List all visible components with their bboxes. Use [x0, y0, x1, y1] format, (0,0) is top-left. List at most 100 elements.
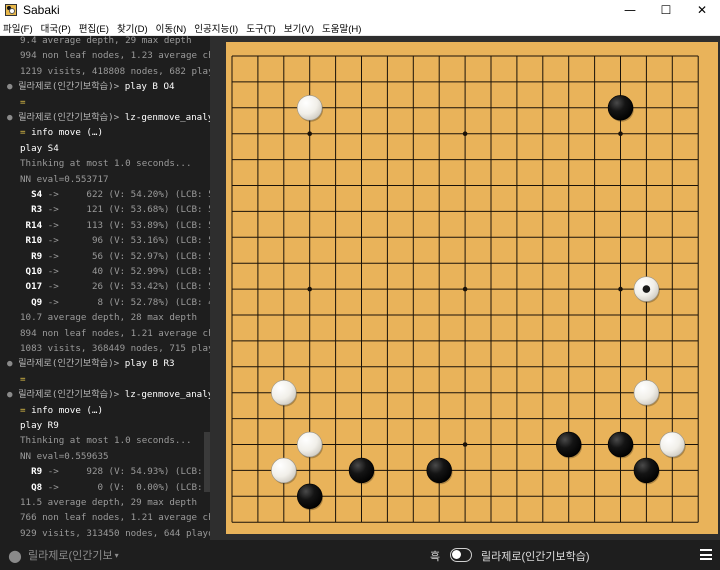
console-response: = [20, 373, 26, 385]
console-move-stats: -> 8 (V: 52.78%) (LCB: 4 [42, 296, 210, 308]
menu-tools[interactable]: 도구(T) [246, 21, 276, 35]
console-move-stats: -> 96 (V: 53.16%) (LCB: 5 [42, 235, 210, 247]
console-output: Thinking at most 1.0 seconds... [20, 158, 192, 170]
console-move-stats: -> 0 (V: 0.00%) (LCB: [42, 481, 210, 493]
console-output: 9.4 average depth, 29 max depth [20, 36, 192, 46]
console-output: 894 non leaf nodes, 1.21 average childre… [20, 327, 210, 339]
console-output: 10.7 average depth, 28 max depth [20, 312, 198, 324]
board-grid[interactable] [226, 42, 718, 534]
console-move: R9 [31, 250, 43, 262]
menu-navigation[interactable]: 이동(N) [156, 21, 187, 35]
console-line: 9.4 average depth, 29 max depth [20, 36, 191, 48]
console-line: 766 non leaf nodes, 1.21 average childre… [20, 510, 210, 525]
console-line: Q10 -> 40 (V: 52.99%) (LCB: 5 [20, 264, 210, 279]
star-point [307, 286, 312, 292]
console-engine-name: 릴라제로(인간기보학습) [18, 112, 114, 123]
black-stone [607, 95, 634, 121]
white-stone [633, 380, 660, 406]
console-line: R9 -> 56 (V: 52.97%) (LCB: 5 [20, 249, 210, 264]
console-output: 994 non leaf nodes, 1.23 average childre… [20, 50, 210, 62]
console-command: lz-genmove_analyze [124, 389, 210, 401]
console-response: info move (…) [31, 404, 103, 416]
console-line: = [20, 95, 26, 110]
console-line: S4 -> 622 (V: 54.20%) (LCB: 5 [20, 187, 210, 202]
console-engine-selector[interactable]: 릴라제로(인간기보 [28, 547, 113, 563]
menu-find[interactable]: 찾기(D) [117, 21, 148, 35]
minimize-button[interactable]: — [612, 0, 648, 20]
menu-engines[interactable]: 인공지능(I) [194, 21, 238, 35]
console-line: 994 non leaf nodes, 1.23 average childre… [20, 48, 210, 63]
bullet-icon: ● [7, 112, 19, 123]
white-player-name: 릴라제로(인간기보학습) [481, 551, 590, 563]
console-response: play S4 [20, 142, 59, 154]
console-move: R14 [25, 219, 43, 231]
title-bar: Sabaki — ☐ ✕ [0, 0, 720, 20]
gtp-console[interactable]: 9.4 average depth, 29 max depth 994 non l… [0, 36, 210, 540]
console-line: ● 릴라제로(인간기보학습)> play B R3 [7, 358, 175, 370]
hamburger-menu-icon[interactable] [700, 549, 712, 560]
console-command: lz-genmove_analyze [124, 112, 210, 123]
console-line: Thinking at most 1.0 seconds... [20, 156, 191, 171]
black-stone [556, 431, 582, 458]
console-line: = [20, 372, 26, 387]
console-line: ● 릴라제로(인간기보학습)> play B O4 [7, 81, 175, 93]
console-line: 894 non leaf nodes, 1.21 average childre… [20, 326, 210, 341]
console-line: Q9 -> 8 (V: 52.78%) (LCB: 4 [20, 295, 210, 310]
menu-edit[interactable]: 편집(E) [79, 21, 109, 35]
black-player-name: 흑 [430, 551, 441, 563]
white-stone [271, 457, 297, 484]
console-output: 766 non leaf nodes, 1.21 average childre… [20, 512, 210, 524]
console-move-stats: -> 928 (V: 54.93%) (LCB: 5 [42, 466, 210, 478]
menu-play[interactable]: 대국(P) [41, 21, 71, 35]
console-line: R9 -> 928 (V: 54.93%) (LCB: 5 [20, 464, 210, 479]
player-status-bar: 흑 릴라제로(인간기보학습) [210, 540, 720, 570]
white-stone [271, 380, 297, 406]
console-line: Q8 -> 0 (V: 0.00%) (LCB: [20, 480, 210, 495]
console-command: play B R3 [124, 358, 175, 370]
console-output: 1219 visits, 418808 nodes, 682 playouts [20, 65, 210, 77]
console-engine-name: 릴라제로(인간기보학습) [18, 389, 114, 401]
console-line: 1083 visits, 368449 nodes, 715 playouts [20, 341, 210, 356]
console-move-stats: -> 26 (V: 53.42%) (LCB: 5 [42, 281, 210, 293]
console-move-stats: -> 56 (V: 52.97%) (LCB: 5 [42, 250, 210, 262]
console-move: Q9 [31, 296, 43, 308]
console-input-bar[interactable]: ● 릴라제로(인간기보 ▾ [0, 540, 210, 570]
console-move: R10 [25, 235, 43, 247]
white-stone [296, 431, 323, 458]
toggle-knob [452, 550, 461, 559]
bullet-icon: ● [7, 81, 19, 93]
star-point [462, 286, 468, 292]
black-stone [426, 457, 452, 484]
player-turn-toggle[interactable] [450, 548, 472, 562]
menu-file[interactable]: 파일(F) [3, 21, 33, 35]
maximize-button[interactable]: ☐ [648, 0, 684, 20]
black-stone [607, 431, 634, 458]
console-output: 929 visits, 313450 nodes, 644 playouts [20, 527, 210, 539]
star-point [462, 131, 468, 136]
console-line: R3 -> 121 (V: 53.68%) (LCB: 5 [20, 202, 210, 217]
white-stone [296, 95, 323, 121]
console-line: 929 visits, 313450 nodes, 644 playouts [20, 526, 210, 540]
menu-help[interactable]: 도움말(H) [322, 21, 361, 35]
console-line: Thinking at most 1.0 seconds... [20, 433, 191, 448]
console-line: ● 릴라제로(인간기보학습)> lz-genmove_analyze [7, 387, 210, 402]
star-point [462, 442, 468, 447]
sabaki-app-icon [5, 4, 17, 16]
close-button[interactable]: ✕ [684, 0, 720, 20]
console-response: = [20, 96, 26, 108]
console-line: 10.7 average depth, 28 max depth [20, 310, 197, 325]
console-move: R3 [31, 204, 43, 216]
bullet-icon: ● [8, 545, 22, 565]
console-response-marker: = [20, 404, 32, 416]
go-board[interactable] [226, 42, 718, 534]
menu-view[interactable]: 보기(V) [284, 21, 314, 35]
black-stone [633, 457, 660, 484]
chevron-down-icon[interactable]: ▾ [115, 551, 119, 560]
console-move: O17 [25, 281, 43, 293]
console-move: R9 [31, 466, 43, 478]
bullet-icon: ● [7, 358, 19, 370]
console-line: R10 -> 96 (V: 53.16%) (LCB: 5 [20, 233, 210, 248]
console-engine-name: 릴라제로(인간기보학습) [18, 81, 114, 93]
board-panel [210, 36, 720, 540]
console-line: ● 릴라제로(인간기보학습)> lz-genmove_analyze [7, 110, 210, 125]
